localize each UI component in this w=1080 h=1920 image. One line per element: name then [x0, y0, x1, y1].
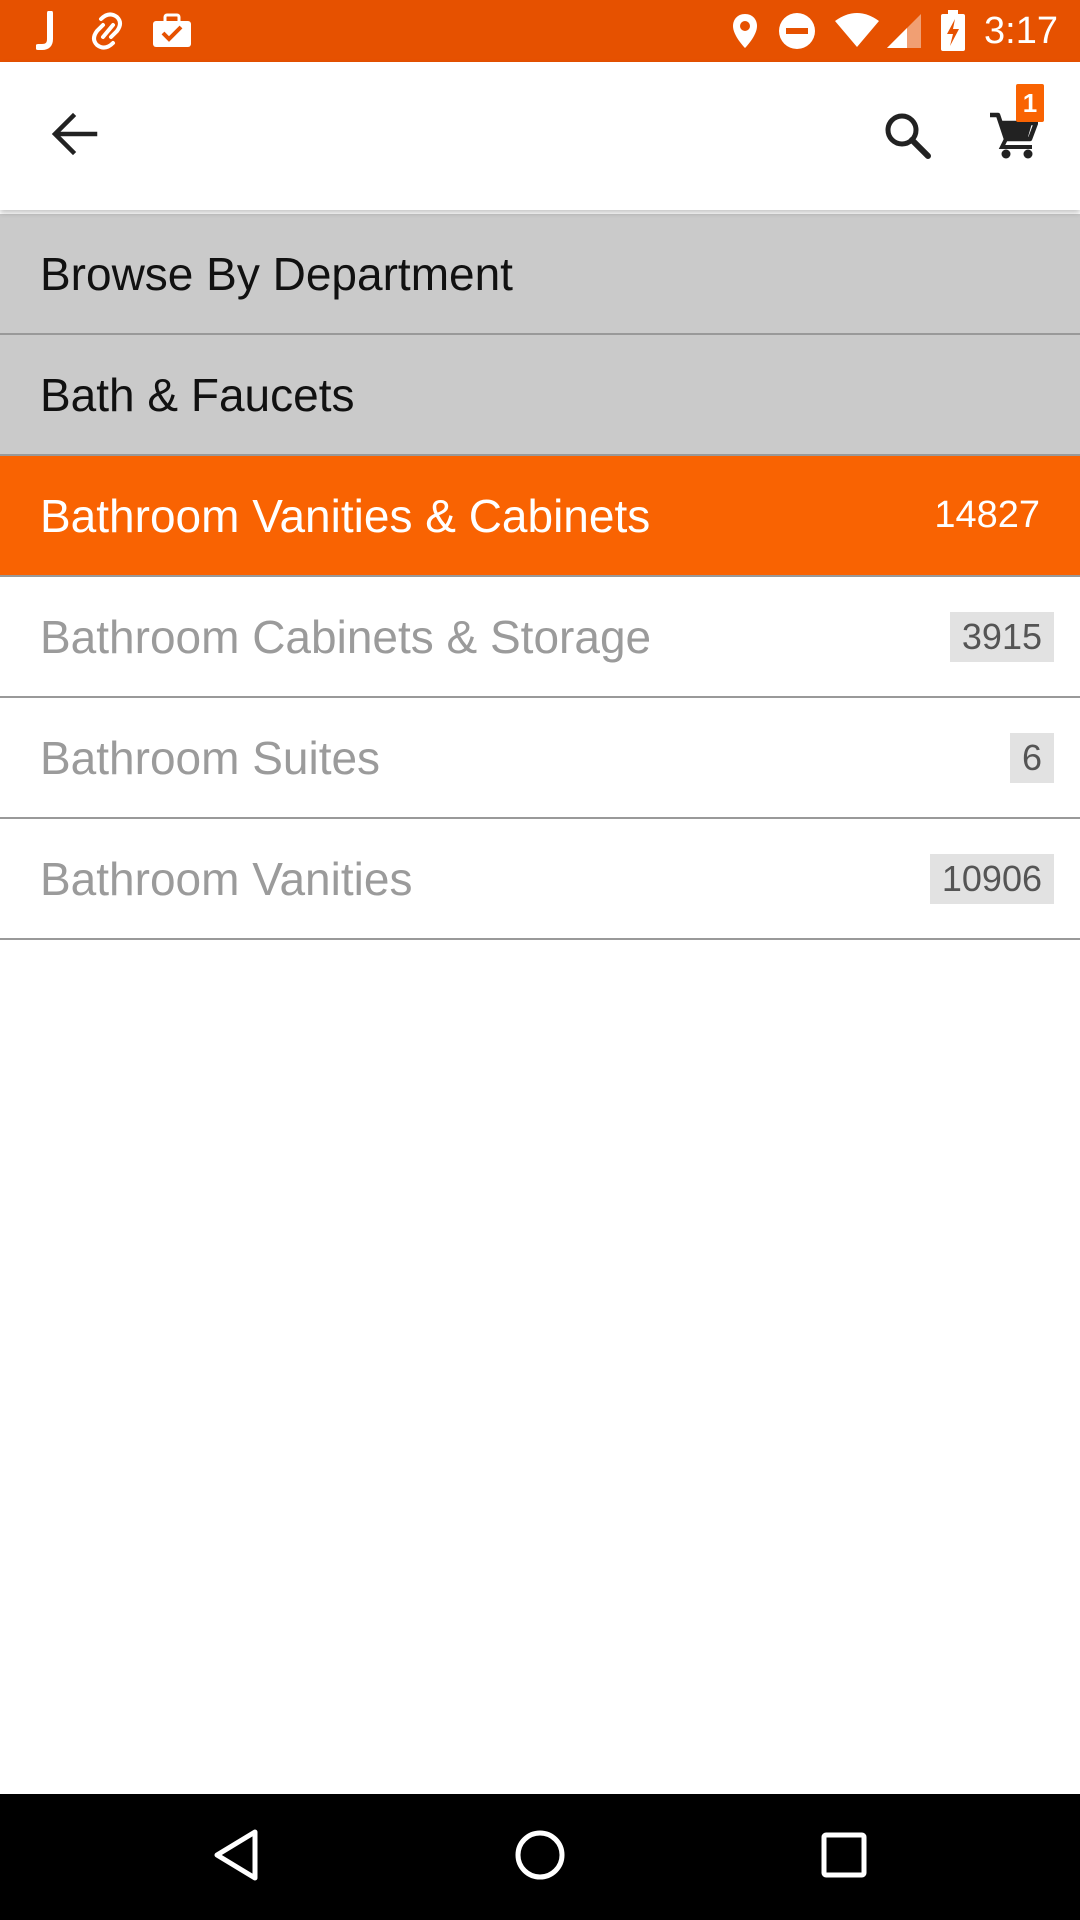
list-item[interactable]: Bathroom Suites 6 [0, 698, 1080, 819]
signal-icon [884, 0, 924, 62]
wifi-icon [832, 0, 882, 62]
arrow-left-icon [51, 112, 99, 161]
item-count-badge: 6 [1009, 732, 1054, 783]
row-label: Bathroom Cabinets & Storage [40, 610, 652, 663]
screen: 3:17 1 Browse By Department Bath & Fauce… [0, 0, 1080, 1920]
nav-back-button[interactable] [166, 1794, 306, 1920]
selected-category-row[interactable]: Bathroom Vanities & Cabinets 14827 [0, 456, 1080, 577]
notification-j-icon [30, 0, 66, 62]
nav-home-button[interactable] [470, 1794, 610, 1920]
back-button[interactable] [30, 106, 120, 166]
item-count-badge: 10906 [929, 853, 1054, 904]
list-item[interactable]: Bathroom Cabinets & Storage 3915 [0, 577, 1080, 698]
search-button[interactable] [868, 102, 946, 172]
row-label: Bathroom Vanities & Cabinets [40, 489, 651, 542]
nav-recents-button[interactable] [774, 1794, 914, 1920]
cart-badge: 1 [1016, 84, 1044, 122]
link-icon [88, 0, 128, 62]
search-icon [882, 110, 932, 165]
row-label: Bathroom Suites [40, 731, 381, 784]
status-bar: 3:17 [0, 0, 1080, 62]
do-not-disturb-icon [776, 0, 818, 62]
item-count: 14827 [934, 494, 1040, 536]
nav-recents-icon [820, 1831, 868, 1884]
row-label: Browse By Department [40, 247, 513, 300]
status-time: 3:17 [984, 10, 1058, 52]
nav-home-icon [513, 1828, 567, 1887]
item-count-badge: 3915 [949, 611, 1054, 662]
bath-faucets-row[interactable]: Bath & Faucets [0, 335, 1080, 456]
location-icon [728, 0, 762, 62]
nav-back-icon [211, 1828, 261, 1887]
browse-by-department-row[interactable]: Browse By Department [0, 214, 1080, 335]
navigation-bar [0, 1794, 1080, 1920]
list-item[interactable]: Bathroom Vanities 10906 [0, 819, 1080, 940]
department-list: Browse By Department Bath & Faucets Bath… [0, 214, 1080, 940]
row-label: Bath & Faucets [40, 368, 355, 421]
app-bar [0, 62, 1080, 210]
briefcase-check-icon [150, 0, 194, 62]
battery-charging-icon [938, 0, 968, 62]
row-label: Bathroom Vanities [40, 852, 413, 905]
